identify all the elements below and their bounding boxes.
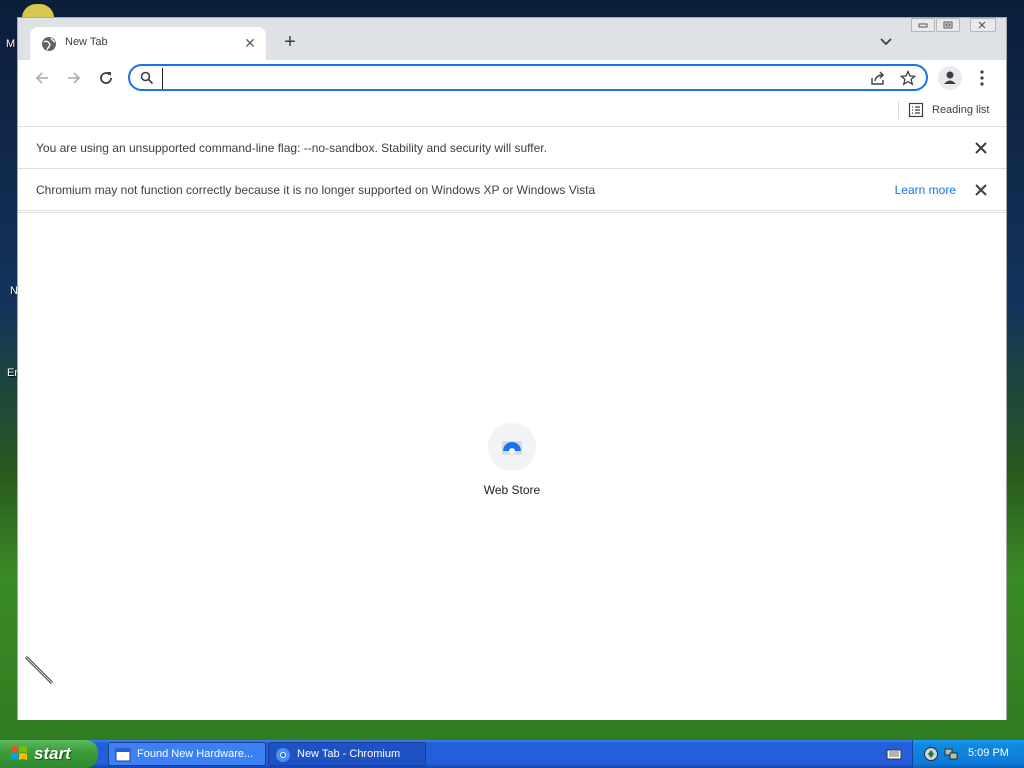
close-icon[interactable] [974,141,988,155]
taskbar-item-chromium[interactable]: New Tab - Chromium [268,742,426,766]
network-icon[interactable] [943,746,959,762]
taskbar-item-label: New Tab - Chromium [297,748,401,760]
chromium-icon [276,748,290,762]
search-icon [140,71,154,85]
back-arrow-icon[interactable] [32,68,52,88]
tab-close-icon[interactable]: ✕ [242,35,258,51]
desktop-icon-label[interactable]: M [6,38,15,50]
reading-list-button[interactable]: Reading list [908,100,989,120]
infobar-unsupported-os: Chromium may not function correctly beca… [18,170,1006,211]
minimize-button[interactable] [911,18,935,32]
shortcut-web-store[interactable]: Web Store [470,423,554,503]
tab-title: New Tab [65,36,108,48]
bookmarks-separator [898,101,899,119]
system-tray: 5:09 PM [912,740,1024,768]
forward-arrow-icon[interactable] [64,68,84,88]
new-tab-page: Web Store [18,212,1006,720]
keyboard-icon[interactable] [886,746,902,762]
kebab-menu-icon[interactable] [974,68,990,88]
bookmark-star-icon[interactable] [900,70,916,86]
infobar-sandbox-warning: You are using an unsupported command-lin… [18,128,1006,169]
toolbar [18,60,1006,96]
avatar-icon [944,71,956,84]
tab-strip: New Tab ✕ + [18,18,1006,60]
infobar-text: Chromium may not function correctly beca… [36,183,596,197]
shortcut-tile [488,423,536,471]
new-tab-button[interactable]: + [280,32,300,52]
pencil-cursor-icon [24,655,54,685]
taskbar-item-found-new-hardware[interactable]: Found New Hardware... [108,742,266,766]
close-icon[interactable] [974,183,988,197]
taskbar-item-label: Found New Hardware... [137,748,254,760]
shortcut-label: Web Store [483,483,541,497]
share-icon[interactable] [870,70,886,86]
profile-button[interactable] [938,66,962,90]
security-shield-icon[interactable] [923,746,939,762]
learn-more-link[interactable]: Learn more [895,183,956,197]
restore-button[interactable] [936,18,960,32]
tab-new-tab[interactable]: New Tab ✕ [30,27,266,60]
web-store-icon [502,441,522,455]
infobar-text: You are using an unsupported command-lin… [36,141,547,155]
close-window-button[interactable] [970,18,996,32]
tab-search-chevron-icon[interactable] [878,34,894,50]
globe-icon [42,37,56,51]
reading-list-label: Reading list [932,104,990,116]
omnibox[interactable] [128,64,928,91]
start-label: start [34,744,71,763]
clock: 5:09 PM [968,747,1009,759]
window-icon [115,748,131,762]
desktop-icon-my-computer[interactable] [22,4,54,18]
start-button[interactable]: start [0,740,98,768]
address-input[interactable] [162,68,858,89]
bookmarks-bar: Reading list [18,96,1006,127]
reading-list-icon [908,102,924,118]
taskbar: start Found New Hardware... New Tab - Ch… [0,740,1024,768]
browser-window: New Tab ✕ + Reading list You are using a… [17,17,1007,720]
reload-icon[interactable] [96,68,116,88]
windows-logo-icon [11,746,27,760]
